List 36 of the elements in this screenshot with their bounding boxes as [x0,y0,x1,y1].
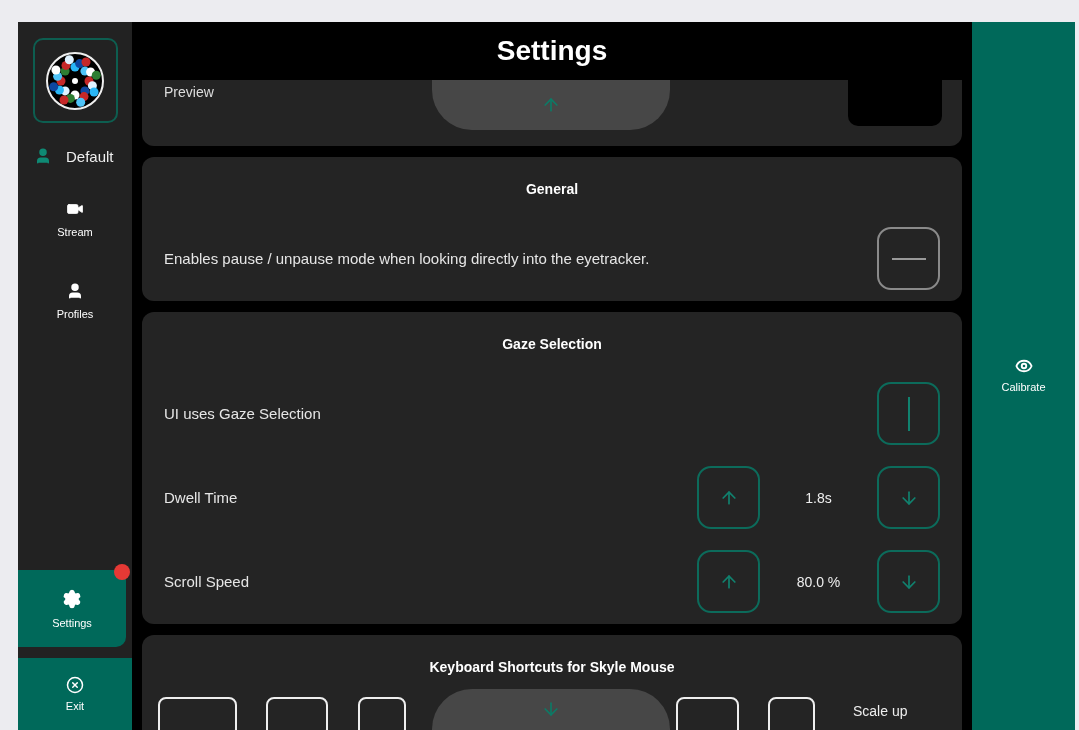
section-title: General [524,180,580,199]
calibrate-button[interactable]: Calibrate [1001,357,1046,393]
profile-name: Default [66,147,114,165]
shortcut-label: Scale up [853,703,908,719]
key-button[interactable] [158,697,237,730]
key-button[interactable] [358,697,406,730]
nav-item[interactable]: Profiles [18,273,132,329]
section-title: Keyboard Shortcuts for Skyle Mouse [428,658,676,677]
setting-label: Dwell Time [164,489,238,506]
setting-label: Scroll Speed [164,573,250,590]
decrease-button[interactable] [877,466,940,529]
setting-value: 80.0 % [795,573,842,590]
toggle-button[interactable] [877,382,940,445]
logo-tile[interactable] [32,38,118,123]
nav-item[interactable]: Stream [18,191,132,247]
eye-icon [1014,357,1033,375]
page-title: Settings [495,34,609,68]
toggle-button[interactable] [877,227,940,290]
settings-icon [62,588,82,609]
person-icon [34,147,52,165]
exit-button[interactable]: Exit [18,658,132,730]
decrease-button[interactable] [877,550,940,613]
key-button[interactable] [768,697,815,730]
key-button[interactable] [676,697,739,730]
person-icon [66,282,84,300]
increase-button[interactable] [697,466,760,529]
setting-label: Enables pause / unpause mode when looking directly into the eyetracker. [164,250,650,267]
preview-label: Preview [164,84,214,102]
key-button[interactable] [266,697,328,730]
section-title: Gaze Selection [501,335,603,354]
close-icon [66,676,84,694]
eye-logo-icon [45,50,105,111]
increase-button[interactable] [697,550,760,613]
setting-value: 1.8s [804,489,833,506]
nav-item[interactable]: Settings [18,570,126,647]
setting-label: UI uses Gaze Selection [164,405,321,422]
